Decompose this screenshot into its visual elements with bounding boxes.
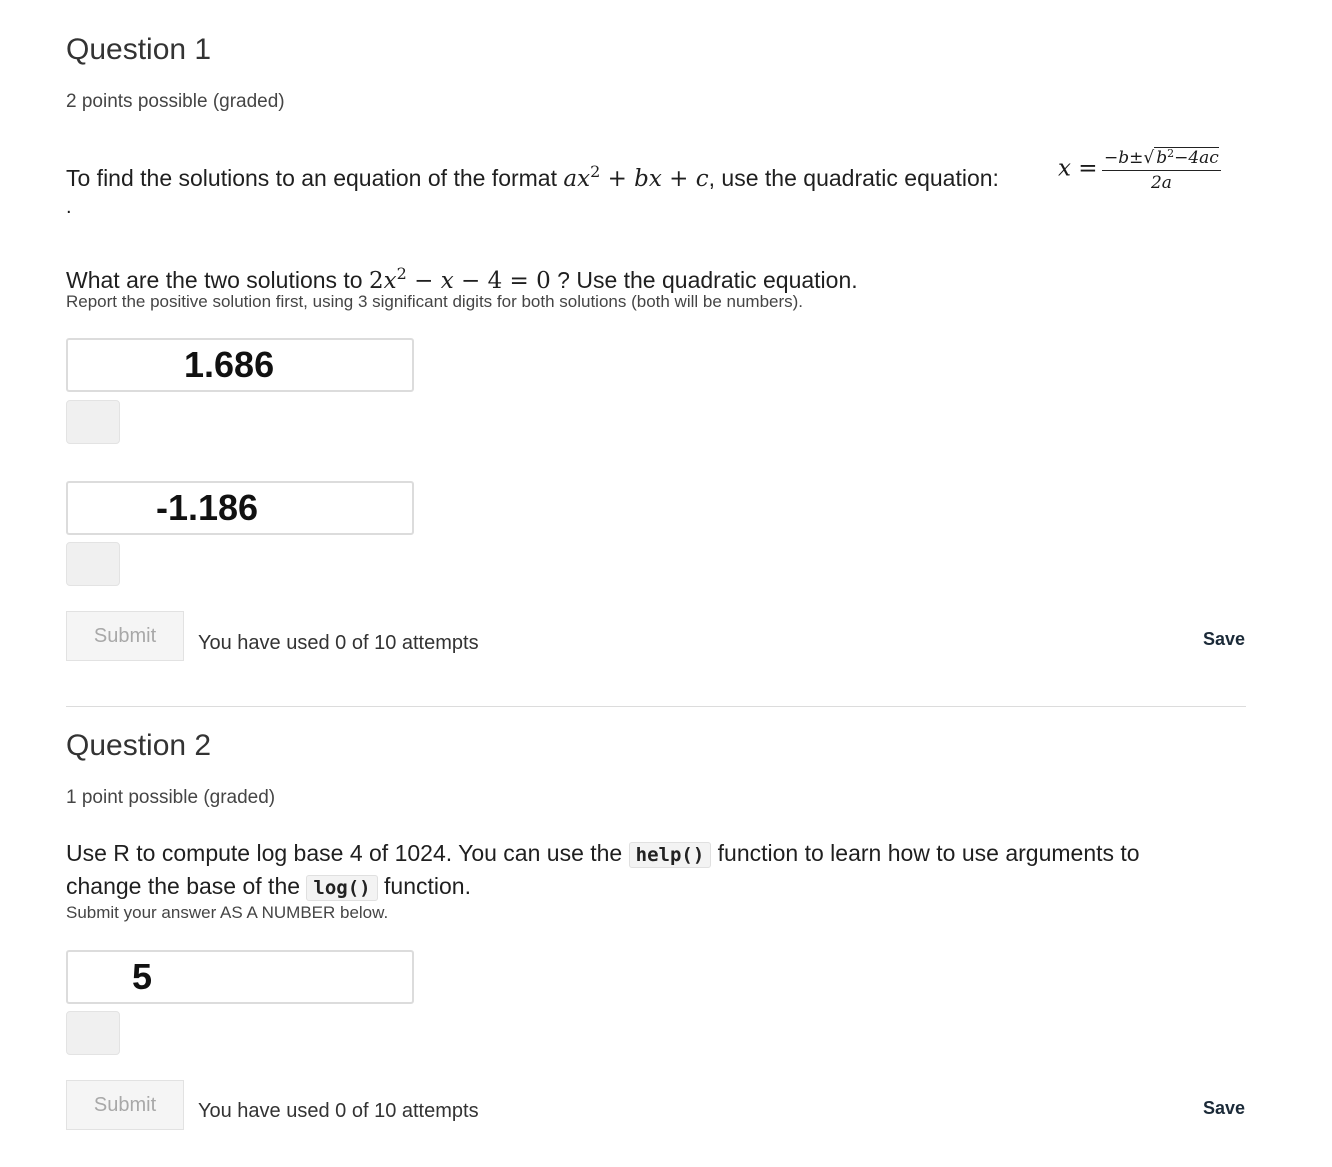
question-2-attempts: You have used 0 of 10 attempts xyxy=(198,1100,479,1122)
prompt-part-1: Use R to compute log base 4 of 1024. You… xyxy=(66,840,629,866)
question-1-hint: Report the positive solution first, usin… xyxy=(66,292,804,311)
formula-lhs: x = xyxy=(1058,155,1098,182)
formula-denominator: 2a xyxy=(1150,173,1172,193)
intro-math: ax2 + bx + c xyxy=(563,162,709,192)
answer-1-input[interactable] xyxy=(66,338,414,392)
intro-text-2: , use the quadratic equation: xyxy=(708,165,999,191)
question-suffix: ? Use the quadratic equation. xyxy=(550,267,858,293)
question-1-attempts: You have used 0 of 10 attempts xyxy=(198,632,479,654)
question-2-points: 1 point possible (graded) xyxy=(66,787,276,808)
question-2-submit-button[interactable]: Submit xyxy=(66,1080,184,1130)
answer-input[interactable] xyxy=(66,950,414,1004)
quadratic-formula: x = −b±√ b2−4ac 2a xyxy=(1058,144,1221,193)
formula-fraction: −b±√ b2−4ac 2a xyxy=(1102,144,1221,193)
question-math: 2x2 − x − 4 = 0 xyxy=(369,264,551,294)
answer-2-input[interactable] xyxy=(66,481,414,535)
formula-numerator: −b±√ b2−4ac xyxy=(1102,144,1221,171)
answer-1-status xyxy=(66,400,120,444)
log-code: log() xyxy=(306,875,378,901)
question-2-title: Question 2 xyxy=(66,729,212,762)
question-2-prompt: Use R to compute log base 4 of 1024. You… xyxy=(66,838,1206,904)
help-code: help() xyxy=(628,842,712,868)
question-1-save-button[interactable]: Save xyxy=(1203,629,1245,650)
question-1-submit-button[interactable]: Submit xyxy=(66,611,184,661)
question-2-save-button[interactable]: Save xyxy=(1203,1098,1245,1119)
question-1-title: Question 1 xyxy=(66,33,212,66)
question-prefix: What are the two solutions to xyxy=(66,267,369,293)
question-1-points: 2 points possible (graded) xyxy=(66,91,285,112)
answer-status xyxy=(66,1011,120,1055)
prompt-part-3: function. xyxy=(377,873,471,899)
answer-2-status xyxy=(66,542,120,586)
question-2-hint: Submit your answer AS A NUMBER below. xyxy=(66,903,389,922)
section-divider xyxy=(66,706,1246,707)
trailing-dot: . xyxy=(66,196,72,218)
intro-text: To find the solutions to an equation of … xyxy=(66,165,564,191)
